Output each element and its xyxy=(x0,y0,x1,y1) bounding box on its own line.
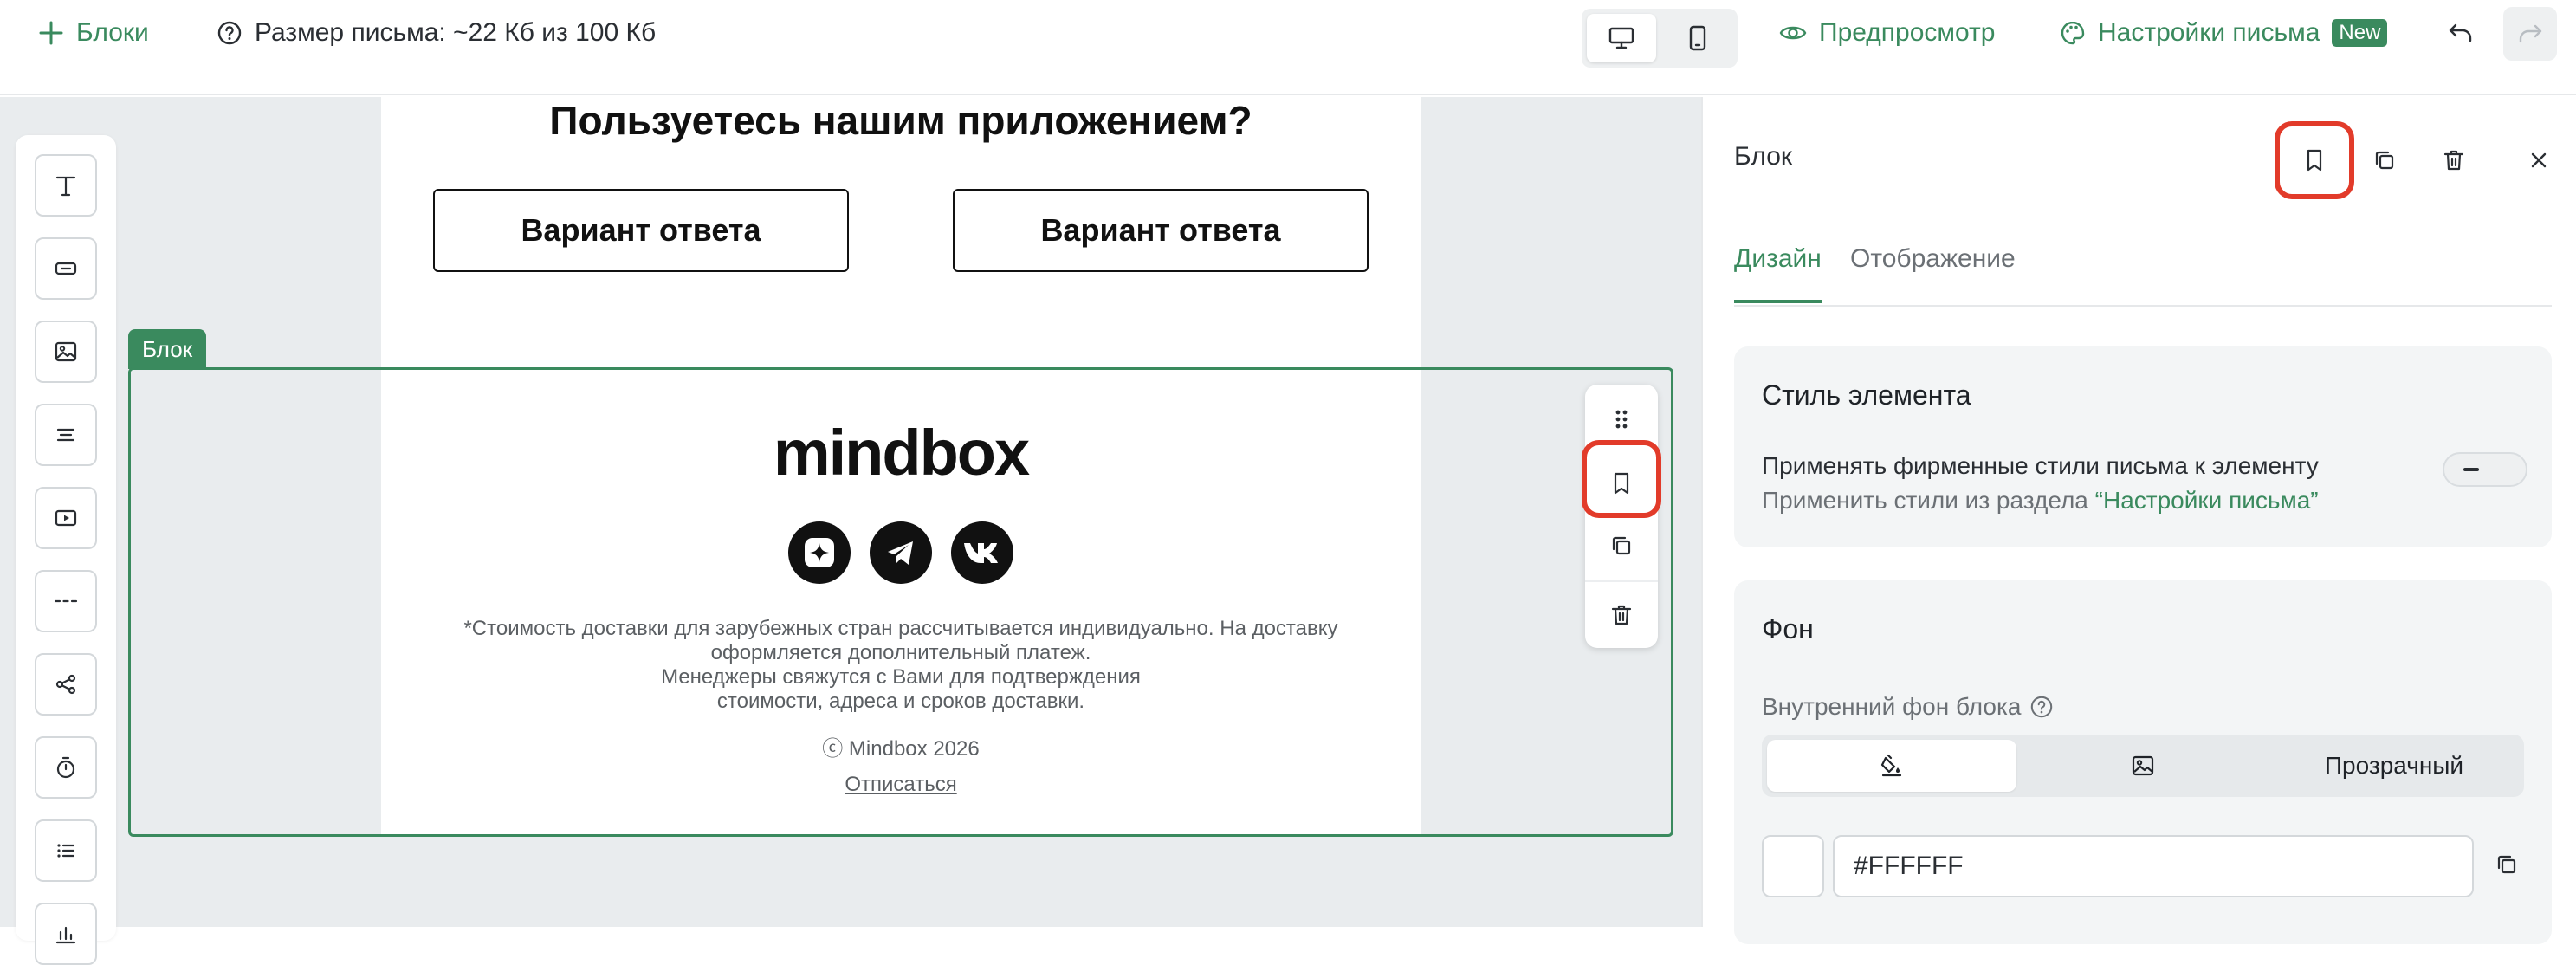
undo-button[interactable] xyxy=(2439,10,2482,55)
tool-video[interactable] xyxy=(35,487,97,549)
tool-button[interactable] xyxy=(35,237,97,300)
save-block-button[interactable] xyxy=(1595,457,1647,509)
inner-background-label: Внутренний фон блока xyxy=(1762,693,2054,721)
image-icon xyxy=(2130,753,2156,779)
blocks-button[interactable]: Блоки xyxy=(38,16,149,50)
drag-handle-button[interactable] xyxy=(1595,393,1647,445)
copy-icon xyxy=(1610,534,1633,557)
button-icon xyxy=(53,256,79,282)
email-settings-label: Настройки письма xyxy=(2098,18,2320,47)
toggle-indeterminate-mark xyxy=(2463,468,2479,471)
tool-paragraph[interactable] xyxy=(35,404,97,466)
color-swatch[interactable] xyxy=(1762,835,1824,897)
tool-chart[interactable] xyxy=(35,903,97,965)
tab-display[interactable]: Отображение xyxy=(1850,244,2016,274)
video-icon xyxy=(53,505,79,531)
tool-text[interactable] xyxy=(35,154,97,217)
new-badge: New xyxy=(2332,19,2388,47)
email-settings-link[interactable]: “Настройки письма” xyxy=(2095,487,2319,514)
background-image-option[interactable] xyxy=(2018,740,2268,792)
block-settings-panel: Блок Дизайн Отображение Стиль элемента П… xyxy=(1701,97,2576,944)
poll-title[interactable]: Пользуетесь нашим приложением? xyxy=(381,97,1421,144)
bar-chart-icon xyxy=(53,921,79,947)
tool-timer[interactable] xyxy=(35,736,97,799)
desktop-view-button[interactable] xyxy=(1587,14,1656,62)
tool-social[interactable] xyxy=(35,653,97,716)
block-floating-toolbar xyxy=(1585,385,1658,648)
list-icon xyxy=(53,838,79,864)
panel-save-block-button[interactable] xyxy=(2293,139,2336,182)
top-bar: Блоки Размер письма: ~22 Кб из 100 Кб Пр… xyxy=(0,0,2576,95)
email-size-label: Размер письма: ~22 Кб из 100 Кб xyxy=(255,18,657,47)
dashed-line-icon xyxy=(53,588,79,614)
panel-close-button[interactable] xyxy=(2517,139,2560,182)
element-style-card: Стиль элемента Применять фирменные стили… xyxy=(1734,346,2552,547)
preview-button[interactable]: Предпросмотр xyxy=(1779,16,1995,50)
trash-icon xyxy=(2443,148,2465,172)
duplicate-block-button[interactable] xyxy=(1595,520,1647,572)
background-fill-option[interactable] xyxy=(1767,740,2016,792)
brand-styles-hint: Применить стили из раздела “Настройки пи… xyxy=(1762,487,2319,515)
plus-icon xyxy=(38,20,64,46)
monitor-icon xyxy=(1608,26,1634,50)
copy-icon xyxy=(2495,853,2518,876)
selected-block-label: Блок xyxy=(128,329,207,369)
redo-icon xyxy=(2517,23,2543,45)
background-type-switcher: Прозрачный xyxy=(1762,735,2524,797)
device-switcher xyxy=(1582,9,1738,68)
panel-duplicate-button[interactable] xyxy=(2363,139,2406,182)
answer-option-2[interactable]: Вариант ответа xyxy=(953,189,1369,272)
brand-styles-hint-text: Применить стили из раздела xyxy=(1762,487,2095,514)
inner-background-text: Внутренний фон блока xyxy=(1762,693,2022,720)
delete-block-button[interactable] xyxy=(1595,589,1647,641)
mobile-view-button[interactable] xyxy=(1663,14,1732,62)
undo-icon xyxy=(2448,22,2474,44)
help-circle-icon[interactable] xyxy=(2029,695,2054,719)
element-style-title: Стиль элемента xyxy=(1762,379,1971,411)
background-card: Фон Внутренний фон блока Прозрачный #FFF… xyxy=(1734,580,2552,944)
blocks-label: Блоки xyxy=(76,18,149,47)
color-hex-input[interactable]: #FFFFFF xyxy=(1833,835,2474,897)
palette-icon xyxy=(2060,20,2086,46)
trash-icon xyxy=(1610,603,1633,627)
background-title: Фон xyxy=(1762,613,1814,644)
redo-button[interactable] xyxy=(2503,7,2557,61)
active-tab-indicator xyxy=(1734,300,1822,303)
copy-icon xyxy=(2373,149,2396,172)
tool-divider[interactable] xyxy=(35,570,97,632)
align-center-icon xyxy=(53,422,79,448)
panel-title: Блок xyxy=(1734,142,1793,171)
brand-styles-label: Применять фирменные стили письма к элеме… xyxy=(1762,452,2319,479)
bookmark-icon xyxy=(1611,471,1632,495)
bookmark-icon xyxy=(2304,148,2325,172)
toolbar-divider xyxy=(1585,580,1658,582)
block-toolbox xyxy=(16,135,116,965)
panel-delete-button[interactable] xyxy=(2432,139,2476,182)
preview-label: Предпросмотр xyxy=(1819,18,1996,47)
paint-bucket-icon xyxy=(1879,753,1905,779)
drag-handle-icon xyxy=(1611,406,1632,432)
tab-design[interactable]: Дизайн xyxy=(1734,244,1822,274)
background-transparent-option[interactable]: Прозрачный xyxy=(2269,740,2519,792)
share-icon xyxy=(53,671,79,697)
copy-color-button[interactable] xyxy=(2488,845,2526,884)
help-circle-icon[interactable] xyxy=(217,20,243,46)
text-icon xyxy=(53,172,79,198)
email-size-info: Размер письма: ~22 Кб из 100 Кб xyxy=(217,16,656,50)
tool-image[interactable] xyxy=(35,321,97,383)
smartphone-icon xyxy=(1688,25,1707,51)
image-icon xyxy=(53,339,79,365)
tool-list[interactable] xyxy=(35,819,97,882)
panel-tabs: Дизайн Отображение xyxy=(1734,244,2552,307)
email-settings-button[interactable]: Настройки письма New xyxy=(2060,16,2388,50)
editor-canvas: Пользуетесь нашим приложением? Вариант о… xyxy=(0,97,1701,965)
stopwatch-icon xyxy=(53,755,79,780)
eye-icon xyxy=(1779,23,1807,43)
selected-block-outline[interactable] xyxy=(128,367,1673,837)
answer-option-1[interactable]: Вариант ответа xyxy=(433,189,849,272)
brand-styles-toggle[interactable] xyxy=(2443,452,2527,487)
close-icon xyxy=(2528,150,2549,171)
